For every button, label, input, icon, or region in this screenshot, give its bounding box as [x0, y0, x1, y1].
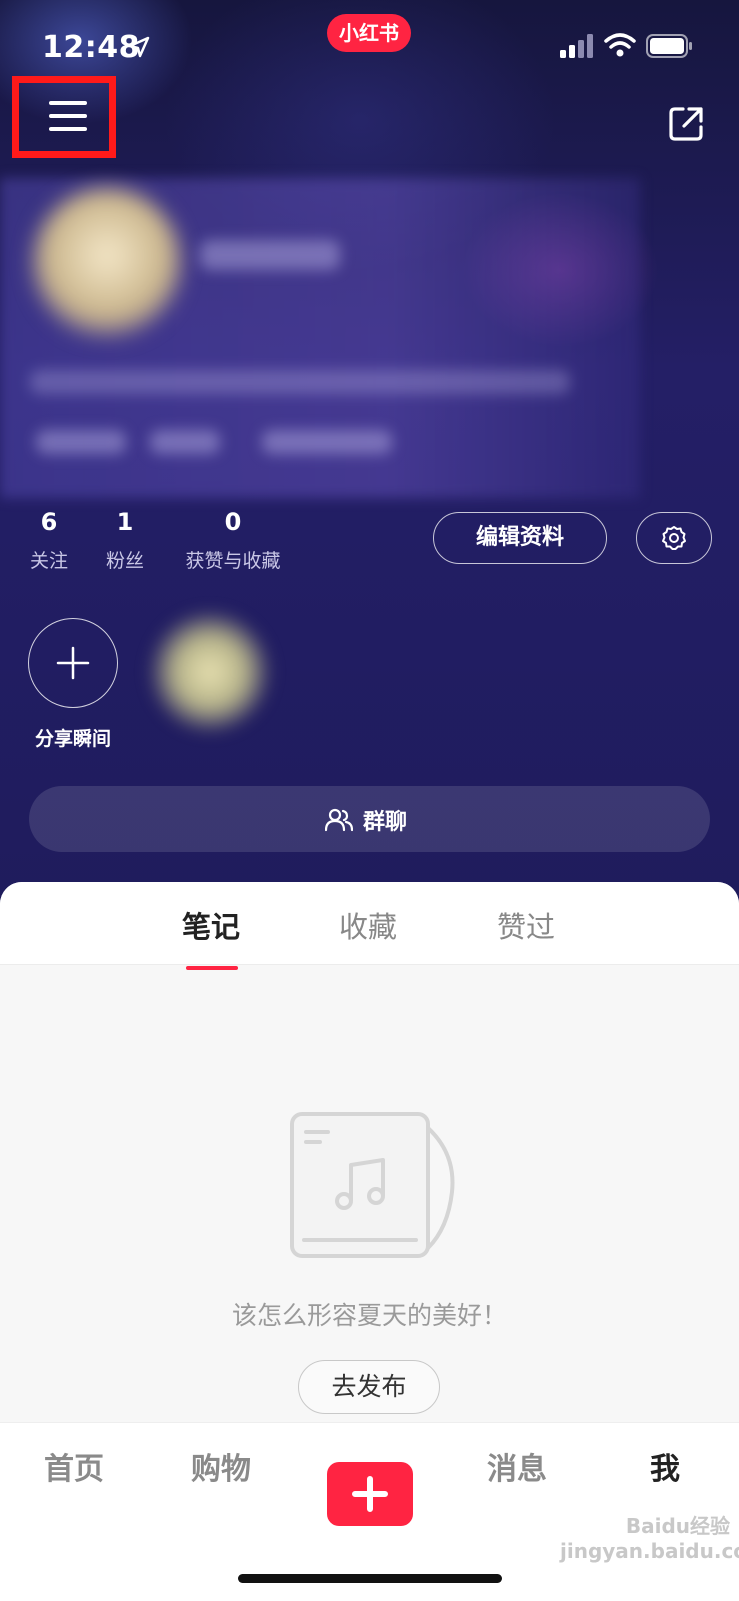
publish-button[interactable]: 去发布	[298, 1360, 440, 1414]
stat-likes-collects[interactable]: 0 获赞与收藏	[178, 508, 288, 573]
stat-following[interactable]: 6 关注	[26, 508, 72, 573]
active-tab-indicator	[186, 966, 238, 970]
people-icon	[325, 808, 353, 832]
status-time: 12:48	[42, 30, 140, 65]
share-moment-button[interactable]	[28, 618, 118, 708]
tab-notes[interactable]: 笔记	[182, 904, 240, 946]
stat-value: 6	[40, 508, 58, 536]
empty-state-message: 该怎么形容夏天的美好！	[231, 1301, 507, 1330]
create-post-button[interactable]	[327, 1462, 413, 1526]
wifi-icon	[604, 33, 636, 57]
moment-thumbnail[interactable]	[150, 612, 270, 732]
app-logo: 小红书	[327, 14, 411, 52]
tab-collections[interactable]: 收藏	[339, 904, 397, 946]
nav-shopping[interactable]: 购物	[191, 1444, 251, 1488]
location-arrow-icon	[128, 36, 150, 58]
stat-label: 获赞与收藏	[185, 550, 281, 572]
tab-liked[interactable]: 赞过	[497, 904, 555, 946]
share-moment-label: 分享瞬间	[34, 728, 111, 750]
share-icon[interactable]	[666, 104, 706, 144]
stat-label: 粉丝	[105, 550, 144, 572]
menu-button[interactable]	[12, 76, 116, 158]
blurred-username	[200, 240, 340, 270]
signal-icon	[560, 34, 593, 58]
blurred-bio	[30, 370, 570, 394]
settings-button[interactable]	[636, 512, 712, 564]
watermark: Baidu经验 jingyan.baidu.com	[560, 1514, 739, 1563]
plus-icon	[56, 646, 90, 680]
gear-icon	[662, 526, 686, 550]
nav-home[interactable]: 首页	[44, 1444, 104, 1488]
edit-profile-button[interactable]: 编辑资料	[433, 512, 607, 564]
music-note-icon	[290, 1112, 455, 1258]
avatar[interactable]	[32, 188, 182, 338]
battery-icon	[646, 34, 692, 58]
stat-followers[interactable]: 1 粉丝	[102, 508, 148, 573]
stat-value: 0	[224, 508, 242, 536]
stat-value: 1	[116, 508, 134, 536]
blurred-tag	[36, 430, 126, 454]
home-indicator	[238, 1574, 502, 1583]
nav-me[interactable]: 我	[650, 1444, 680, 1488]
group-chat-label: 群聊	[363, 810, 408, 835]
plus-icon	[352, 1476, 388, 1512]
nav-messages[interactable]: 消息	[487, 1444, 547, 1488]
menu-icon	[19, 83, 109, 151]
stat-label: 关注	[29, 550, 68, 572]
blurred-tag	[262, 430, 392, 454]
group-chat-button[interactable]: 群聊	[29, 786, 710, 852]
blurred-tag	[150, 430, 220, 454]
